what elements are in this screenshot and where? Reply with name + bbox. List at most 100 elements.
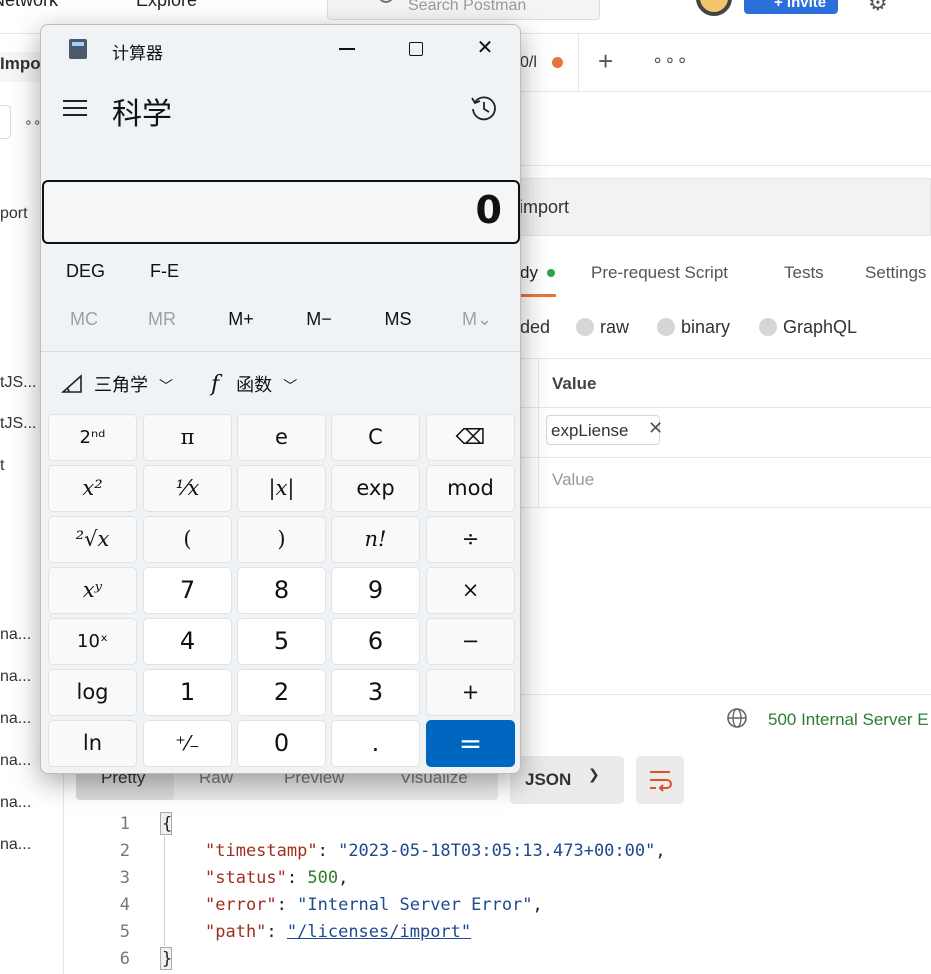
ten-power-key[interactable]: 10ˣ (48, 618, 137, 665)
plus-key[interactable]: + (426, 669, 515, 716)
memory-clear-button[interactable]: MC (45, 309, 123, 330)
url-input[interactable]: import (512, 178, 931, 236)
sidebar-item[interactable]: na... (0, 836, 60, 854)
memory-subtract-button[interactable]: M− (280, 309, 358, 330)
square-key[interactable]: x² (48, 465, 137, 512)
chevron-down-icon: ﹀ (283, 378, 298, 394)
indent-guide (164, 836, 165, 946)
memory-list-button[interactable]: M⌄ (438, 309, 516, 330)
nav-explore[interactable]: Explore (136, 0, 197, 11)
json-value: 500 (307, 868, 339, 888)
digit-8-key[interactable]: 8 (237, 567, 326, 614)
equals-key[interactable]: = (426, 720, 515, 767)
json-value: "2023-05-18T03:05:13.473+00:00" (338, 841, 656, 861)
radio-label: raw (600, 317, 630, 337)
digit-7-key[interactable]: 7 (143, 567, 232, 614)
memory-recall-button[interactable]: MR (123, 309, 201, 330)
format-select[interactable]: JSON (510, 756, 624, 804)
radio-icon (759, 318, 777, 336)
display-field[interactable]: 0 (42, 180, 520, 244)
digit-6-key[interactable]: 6 (331, 618, 420, 665)
close-paren-key[interactable]: ) (237, 516, 326, 563)
digit-4-key[interactable]: 4 (143, 618, 232, 665)
chevron-down-icon: ❯ (588, 766, 600, 782)
value-chip[interactable]: expLiense (546, 415, 660, 445)
settings-icon[interactable]: ⚙ (868, 0, 888, 16)
decimal-key[interactable]: . (331, 720, 420, 767)
response-status[interactable]: 500 Internal Server E (768, 710, 929, 730)
trigonometry-dropdown[interactable]: 三角学 ﹀ (60, 371, 173, 397)
search-icon (378, 0, 394, 3)
tab-settings[interactable]: Settings (865, 263, 926, 283)
radio-label: GraphQL (783, 317, 858, 337)
json-link-value[interactable]: "/licenses/import" (287, 922, 471, 942)
radio-binary[interactable]: binary (657, 317, 730, 338)
reciprocal-key[interactable]: ¹⁄x (143, 465, 232, 512)
angle-mode-button[interactable]: DEG (66, 261, 105, 282)
minimize-button[interactable] (324, 33, 370, 65)
digit-9-key[interactable]: 9 (331, 567, 420, 614)
line-number: 3 (119, 868, 130, 888)
factorial-key[interactable]: n! (331, 516, 420, 563)
digit-5-key[interactable]: 5 (237, 618, 326, 665)
line-number: 6 (119, 949, 130, 969)
functions-dropdown[interactable]: f 函数 ﹀ (211, 371, 297, 397)
absolute-key[interactable]: |x| (237, 465, 326, 512)
close-button[interactable]: ✕ (462, 33, 508, 65)
radio-graphql[interactable]: GraphQL (759, 317, 857, 338)
desktop: { "postman": { "topbar": {"nav_network":… (0, 0, 931, 974)
request-tab[interactable]: 0/l (515, 34, 579, 92)
tab-body[interactable]: dy (520, 263, 538, 283)
maximize-button[interactable] (393, 33, 439, 65)
calculator-window: 计算器 ✕ 科学 0 DEG F-E MC MR M+ M− MS M⌄ 三角学… (40, 24, 521, 774)
ln-key[interactable]: ln (48, 720, 137, 767)
clear-key[interactable]: C (331, 414, 420, 461)
negate-key[interactable]: ⁺⁄₋ (143, 720, 232, 767)
nav-network[interactable]: Network (0, 0, 58, 11)
history-icon[interactable] (469, 93, 499, 123)
sidebar-new-field[interactable] (0, 105, 11, 139)
maximize-icon (409, 41, 423, 56)
globe-icon[interactable] (726, 707, 748, 729)
memory-add-button[interactable]: M+ (202, 309, 280, 330)
divide-key[interactable]: ÷ (426, 516, 515, 563)
second-function-key[interactable]: 2ⁿᵈ (48, 414, 137, 461)
backspace-key[interactable]: ⌫ (426, 414, 515, 461)
digit-1-key[interactable]: 1 (143, 669, 232, 716)
square-root-key[interactable]: ²√x (48, 516, 137, 563)
exp-key[interactable]: exp (331, 465, 420, 512)
tab-prerequest[interactable]: Pre-request Script (591, 263, 728, 283)
json-punct: , (532, 895, 543, 915)
calculator-mode-title: 科学 (112, 98, 172, 131)
open-paren-key[interactable]: ( (143, 516, 232, 563)
chip-close-icon[interactable]: ✕ (648, 418, 663, 439)
wrap-lines-button[interactable] (636, 756, 684, 804)
hamburger-menu-button[interactable] (63, 97, 89, 119)
request-tab-label: 0/l (520, 54, 537, 71)
minus-key[interactable]: − (426, 618, 515, 665)
tabs-more-icon[interactable]: ∘∘∘ (652, 50, 689, 71)
code-line: "timestamp": "2023-05-18T03:05:13.473+00… (205, 841, 666, 861)
mod-key[interactable]: mod (426, 465, 515, 512)
log-key[interactable]: log (48, 669, 137, 716)
e-key[interactable]: e (237, 414, 326, 461)
new-tab-icon[interactable]: + (598, 46, 613, 77)
json-key: "status" (205, 868, 287, 888)
digit-3-key[interactable]: 3 (331, 669, 420, 716)
pi-key[interactable]: π (143, 414, 232, 461)
power-key[interactable]: xʸ (48, 567, 137, 614)
digit-0-key[interactable]: 0 (237, 720, 326, 767)
memory-store-button[interactable]: MS (359, 309, 437, 330)
value-input[interactable]: Value (552, 470, 594, 490)
url-value: import (519, 197, 570, 217)
radio-raw[interactable]: raw (576, 317, 629, 338)
invite-button[interactable]: + Invite (744, 0, 838, 14)
fe-button[interactable]: F-E (150, 261, 179, 282)
search-input[interactable]: Search Postman (327, 0, 600, 20)
radio-urlencoded[interactable]: ded (520, 317, 550, 338)
sidebar-item[interactable]: na... (0, 794, 60, 812)
digit-2-key[interactable]: 2 (237, 669, 326, 716)
multiply-key[interactable]: × (426, 567, 515, 614)
tab-tests[interactable]: Tests (784, 263, 824, 283)
display-value: 0 (475, 188, 502, 232)
